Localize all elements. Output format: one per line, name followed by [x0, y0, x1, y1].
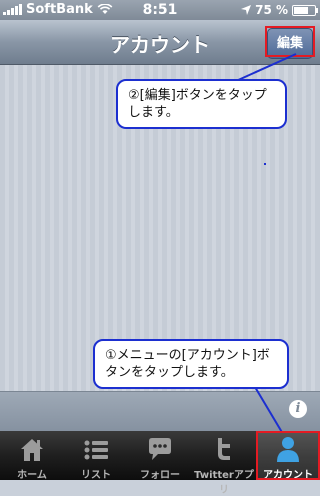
status-right: 75 % [241, 3, 318, 17]
tab-follow-label: フォロー [140, 470, 180, 481]
tab-home-label: ホーム [17, 470, 47, 481]
account-tab-highlight [256, 431, 320, 480]
chat-icon [149, 438, 171, 460]
battery-fill [294, 6, 308, 14]
marker-dot [264, 163, 266, 165]
battery-icon [292, 4, 318, 16]
edit-button-highlight [265, 26, 315, 57]
list-icon [84, 440, 108, 460]
tab-follow[interactable]: フォロー [128, 431, 192, 481]
bottom-toolbar [0, 391, 320, 432]
tab-list[interactable]: リスト [64, 431, 128, 481]
location-arrow-icon [241, 5, 252, 15]
tab-twitter-app[interactable]: Twitterアプリ [192, 431, 256, 496]
tab-twitter-app-label: Twitterアプリ [194, 470, 254, 496]
status-bar: SoftBank 8:51 75 % [0, 0, 320, 20]
home-icon [21, 439, 43, 461]
battery-percent: 75 % [255, 3, 288, 17]
tab-home[interactable]: ホーム [0, 431, 64, 481]
info-icon[interactable]: i [289, 400, 307, 418]
twitter-icon [218, 438, 230, 460]
callout-edit: ②[編集]ボタンをタップします。 [116, 79, 287, 129]
callout-account: ①メニューの[アカウント]ボタンをタップします。 [93, 339, 289, 389]
tab-list-label: リスト [81, 470, 111, 481]
